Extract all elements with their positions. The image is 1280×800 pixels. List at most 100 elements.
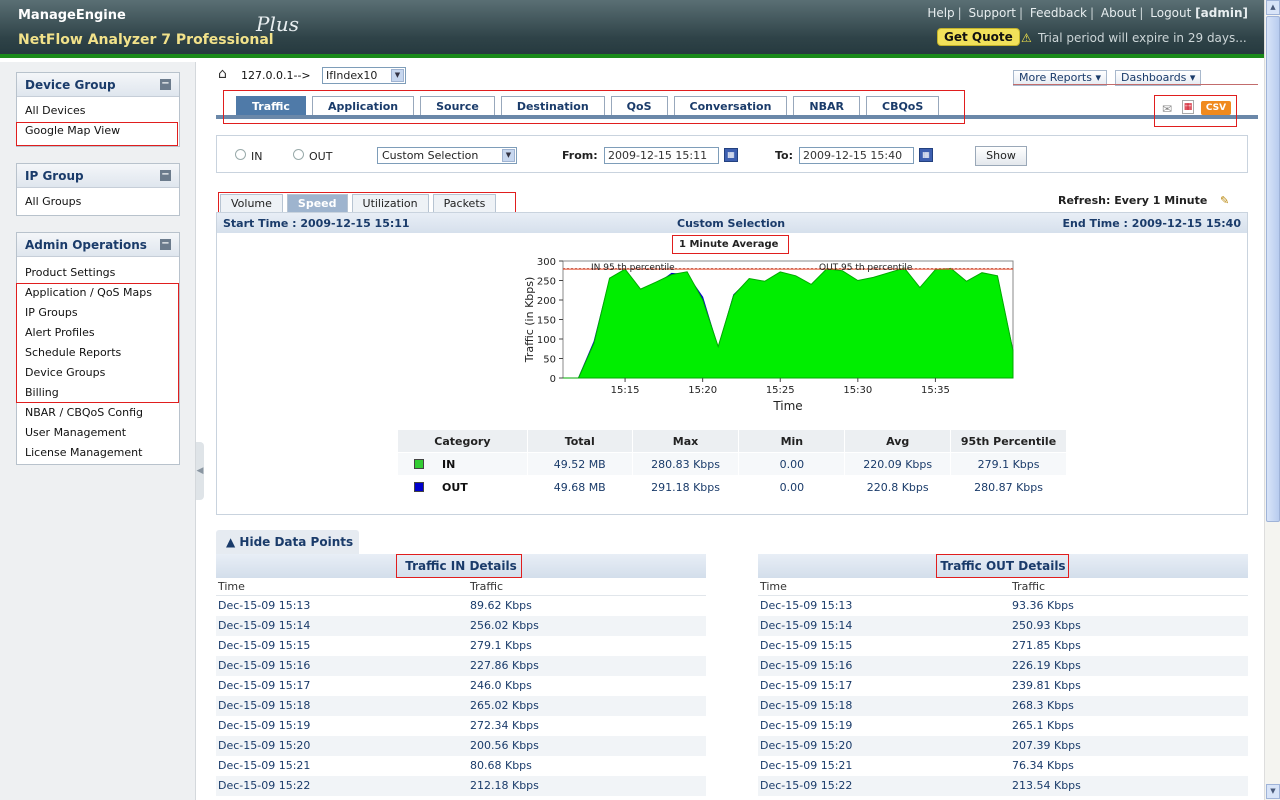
- sidebar-item-alert-profiles[interactable]: Alert Profiles: [17, 323, 179, 343]
- header-banner: ManageEngine NetFlow Analyzer 7 Professi…: [0, 0, 1264, 58]
- tab-nbar[interactable]: NBAR: [793, 96, 860, 116]
- logout-link[interactable]: Logout: [1150, 6, 1191, 20]
- collapse-icon[interactable]: −: [160, 239, 171, 250]
- y-axis-label: Traffic (in Kbps): [523, 277, 536, 364]
- csv-icon[interactable]: CSV: [1201, 101, 1231, 115]
- stats-category-label: IN: [442, 457, 456, 471]
- stats-header: Category: [397, 429, 528, 453]
- x-tick-label: 15:15: [611, 385, 640, 396]
- pdf-icon[interactable]: ▦: [1182, 100, 1194, 114]
- table-row: Dec-15-09 15:17 239.81 Kbps: [758, 676, 1248, 696]
- range-select-value: Custom Selection: [382, 149, 479, 162]
- range-select[interactable]: Custom Selection ▼: [377, 147, 517, 164]
- out-radio-label: OUT: [309, 150, 333, 163]
- subtab-volume[interactable]: Volume: [220, 194, 283, 212]
- traffic-out-rows: Dec-15-09 15:13 93.36 Kbps Dec-15-09 15:14…: [758, 596, 1248, 796]
- tab-application[interactable]: Application: [311, 96, 415, 116]
- col-traffic: Traffic: [470, 580, 504, 593]
- stats-cell: 280.83 Kbps: [631, 452, 740, 476]
- main-content: ⌂ 127.0.0.1--> IfIndex10 ▼ More Reports …: [204, 62, 1264, 800]
- hide-data-points-button[interactable]: ▲ Hide Data Points: [216, 530, 359, 554]
- table-row: Dec-15-09 15:19 272.34 Kbps: [216, 716, 706, 736]
- edit-icon[interactable]: ✎: [1220, 194, 1229, 207]
- row-time: Dec-15-09 15:14: [760, 619, 853, 632]
- home-icon[interactable]: ⌂: [218, 66, 227, 82]
- traffic-in-rows: Dec-15-09 15:13 89.62 Kbps Dec-15-09 15:14…: [216, 596, 706, 796]
- in-radio-label: IN: [251, 150, 263, 163]
- scroll-up-icon[interactable]: ▲: [1266, 0, 1280, 15]
- feedback-link[interactable]: Feedback: [1030, 6, 1087, 20]
- sidebar-item-schedule-reports[interactable]: Schedule Reports: [17, 343, 179, 363]
- sidebar-item-all-devices[interactable]: All Devices: [17, 101, 179, 121]
- sidebar-item-user-management[interactable]: User Management: [17, 423, 179, 443]
- filter-bar: IN OUT Custom Selection ▼ From: 2009-12-…: [216, 135, 1248, 173]
- out-swatch: [414, 481, 424, 492]
- calendar-icon[interactable]: ▦: [919, 148, 933, 162]
- row-traffic: 271.85 Kbps: [1012, 639, 1081, 652]
- warning-icon: ⚠: [1021, 31, 1032, 45]
- about-link[interactable]: About: [1101, 6, 1136, 20]
- stats-header: Avg: [844, 429, 952, 453]
- sidebar-item-application-qos-maps[interactable]: Application / QoS Maps: [17, 283, 179, 303]
- sidebar-item-ip-groups[interactable]: IP Groups: [17, 303, 179, 323]
- tab-destination[interactable]: Destination: [500, 96, 605, 116]
- sidebar-item-all-groups[interactable]: All Groups: [17, 192, 179, 212]
- show-button[interactable]: Show: [975, 146, 1027, 166]
- admin-operations-title: Admin Operations −: [17, 233, 179, 257]
- table-row: Dec-15-09 15:16 226.19 Kbps: [758, 656, 1248, 676]
- product-name: NetFlow Analyzer 7 Professional: [18, 32, 274, 48]
- to-date-input[interactable]: 2009-12-15 15:40: [799, 147, 914, 164]
- scroll-down-icon[interactable]: ▼: [1266, 784, 1280, 799]
- row-traffic: 250.93 Kbps: [1012, 619, 1081, 632]
- row-time: Dec-15-09 15:19: [218, 719, 311, 732]
- table-row: Dec-15-09 15:13 93.36 Kbps: [758, 596, 1248, 616]
- device-group-title: Device Group −: [17, 73, 179, 97]
- subtab-utilization[interactable]: Utilization: [351, 194, 429, 212]
- sidebar-item-billing[interactable]: Billing: [17, 383, 179, 403]
- support-link[interactable]: Support: [969, 6, 1016, 20]
- collapse-panel-arrow-icon[interactable]: ◀: [196, 442, 204, 500]
- to-label: To:: [775, 149, 793, 162]
- collapse-icon[interactable]: −: [160, 170, 171, 181]
- out-radio[interactable]: [293, 149, 304, 160]
- stats-cell: 0.00: [738, 475, 846, 499]
- help-link[interactable]: Help: [927, 6, 954, 20]
- sidebar-item-google-map-view[interactable]: Google Map View: [17, 121, 179, 141]
- top-links: Help | Support | Feedback | About | Logout […: [927, 6, 1248, 20]
- collapse-icon[interactable]: −: [160, 79, 171, 90]
- vertical-scrollbar[interactable]: ▲ ▼: [1264, 0, 1280, 800]
- row-traffic: 212.18 Kbps: [470, 779, 539, 792]
- row-traffic: 213.54 Kbps: [1012, 779, 1081, 792]
- calendar-icon[interactable]: ▦: [724, 148, 738, 162]
- interface-select[interactable]: IfIndex10 ▼: [322, 67, 406, 84]
- sidebar-item-license-management[interactable]: License Management: [17, 443, 179, 463]
- y-tick-label: 50: [543, 355, 556, 366]
- tab-source[interactable]: Source: [420, 96, 495, 116]
- row-traffic: 256.02 Kbps: [470, 619, 539, 632]
- ip-group-title: IP Group −: [17, 164, 179, 188]
- sidebar-item-device-groups[interactable]: Device Groups: [17, 363, 179, 383]
- subtab-speed[interactable]: Speed: [286, 194, 348, 212]
- tab-traffic[interactable]: Traffic: [236, 96, 306, 116]
- tab-conversation[interactable]: Conversation: [673, 96, 788, 116]
- sidebar-item-product-settings[interactable]: Product Settings: [17, 263, 179, 283]
- table-row: Dec-15-09 15:17 246.0 Kbps: [216, 676, 706, 696]
- scroll-thumb[interactable]: [1266, 16, 1280, 522]
- row-time: Dec-15-09 15:13: [218, 599, 311, 612]
- device-breadcrumb[interactable]: 127.0.0.1-->: [241, 69, 311, 82]
- subtab-packets[interactable]: Packets: [432, 194, 497, 212]
- email-icon[interactable]: ✉: [1162, 102, 1172, 116]
- tab-qos[interactable]: QoS: [610, 96, 668, 116]
- get-quote-button[interactable]: Get Quote: [937, 28, 1020, 46]
- row-traffic: 93.36 Kbps: [1012, 599, 1074, 612]
- x-tick-label: 15:25: [766, 385, 795, 396]
- tab-cbqos[interactable]: CBQoS: [866, 96, 940, 116]
- in-radio[interactable]: [235, 149, 246, 160]
- table-row: Dec-15-09 15:15 279.1 Kbps: [216, 636, 706, 656]
- sidebar-item-nbar-cbqos-config[interactable]: NBAR / CBQoS Config: [17, 403, 179, 423]
- table-row: Dec-15-09 15:15 271.85 Kbps: [758, 636, 1248, 656]
- from-date-input[interactable]: 2009-12-15 15:11: [604, 147, 719, 164]
- series-in-area: [563, 267, 1014, 379]
- col-time: Time: [760, 580, 787, 593]
- brand-logo: ManageEngine: [18, 8, 126, 23]
